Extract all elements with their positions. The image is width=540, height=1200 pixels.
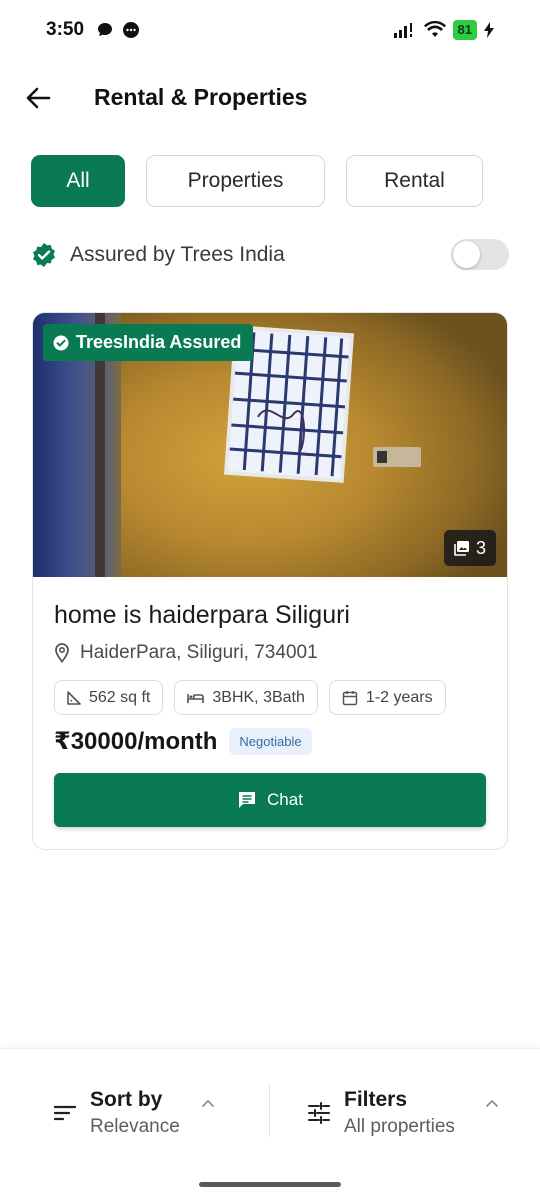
bottom-divider <box>269 1085 270 1137</box>
filters-value: All properties <box>344 1116 455 1137</box>
assured-filter-label: Assured by Trees India <box>70 243 285 266</box>
notification-icons <box>96 21 140 39</box>
area-chip: 562 sq ft <box>54 680 164 715</box>
photo-count-value: 3 <box>475 537 486 558</box>
price-row: ₹30000/month Negotiable <box>54 727 486 756</box>
rent-price: ₹30000/month <box>54 728 218 755</box>
verified-check-icon <box>53 335 69 350</box>
back-button[interactable] <box>20 80 56 116</box>
chevron-up-icon <box>486 1099 498 1107</box>
rental-properties-screen: 3:50 81 Rental & Properties All Properti… <box>0 0 540 1200</box>
tab-all[interactable]: All <box>31 155 125 207</box>
wifi-icon <box>423 21 446 37</box>
chat-button-label: Chat <box>267 790 303 809</box>
duration-chip: 1-2 years <box>328 680 446 715</box>
calendar-icon <box>342 690 358 705</box>
page-title: Rental & Properties <box>94 84 308 110</box>
filter-sliders-icon <box>308 1102 330 1124</box>
arrow-left-icon <box>26 87 51 109</box>
duration-value: 1-2 years <box>365 688 433 706</box>
property-location: HaiderPara, Siliguri, 734001 <box>54 642 486 664</box>
toggle-knob <box>453 241 480 268</box>
message-bubble-icon <box>98 23 112 36</box>
area-value: 562 sq ft <box>89 688 151 706</box>
assured-filter-row: Assured by Trees India <box>31 235 509 275</box>
filters-text: Filters All properties <box>344 1088 455 1138</box>
property-details: home is haiderpara Siliguri HaiderPara, … <box>33 601 507 827</box>
status-time: 3:50 <box>46 19 85 40</box>
app-header: Rental & Properties <box>0 70 540 126</box>
signal-icon <box>393 23 412 38</box>
charging-bolt-icon <box>484 22 494 38</box>
bottom-action-bar: Sort by Relevance Filters All properties <box>0 1048 540 1200</box>
photo-count-badge[interactable]: 3 <box>443 530 496 566</box>
property-title: home is haiderpara Siliguri <box>54 601 350 629</box>
battery-indicator: 81 <box>452 20 477 40</box>
sort-value: Relevance <box>90 1116 180 1137</box>
chat-dots-icon <box>123 22 139 38</box>
area-ruler-icon <box>67 690 81 705</box>
sort-lines-icon <box>54 1105 76 1121</box>
configuration-value: 3BHK, 3Bath <box>212 688 305 706</box>
property-card[interactable]: TreesIndia Assured 3 home is haiderpara … <box>32 312 508 850</box>
photo-switchboard <box>373 447 421 467</box>
bed-icon <box>187 693 205 703</box>
configuration-chip: 3BHK, 3Bath <box>174 680 318 715</box>
location-text: HaiderPara, Siliguri, 734001 <box>80 642 318 663</box>
property-specs: 562 sq ft 3BHK, 3Bath 1-2 years <box>54 680 486 715</box>
verified-badge-icon <box>33 243 55 267</box>
system-indicators: 81 <box>393 20 494 40</box>
home-indicator[interactable] <box>199 1182 341 1187</box>
assured-toggle[interactable] <box>451 239 509 270</box>
chevron-up-icon <box>202 1099 214 1107</box>
tab-properties[interactable]: Properties <box>146 155 325 207</box>
category-tabs: All Properties Rental <box>31 155 483 207</box>
property-photo[interactable]: TreesIndia Assured 3 <box>33 313 507 577</box>
sort-text: Sort by Relevance <box>90 1088 180 1138</box>
status-bar: 3:50 81 <box>0 0 540 60</box>
filters-label: Filters <box>344 1088 408 1111</box>
filters-control[interactable]: Filters All properties <box>308 1085 508 1141</box>
sort-control[interactable]: Sort by Relevance <box>54 1085 224 1141</box>
assured-badge-label: TreesIndia Assured <box>76 332 242 352</box>
assured-badge: TreesIndia Assured <box>43 324 254 361</box>
chat-icon <box>239 792 256 808</box>
gallery-icon <box>454 541 469 556</box>
sort-label: Sort by <box>90 1088 163 1111</box>
negotiable-badge: Negotiable <box>229 728 312 755</box>
chat-button[interactable]: Chat <box>54 773 486 827</box>
location-pin-icon <box>55 643 69 663</box>
tab-rental[interactable]: Rental <box>346 155 483 207</box>
